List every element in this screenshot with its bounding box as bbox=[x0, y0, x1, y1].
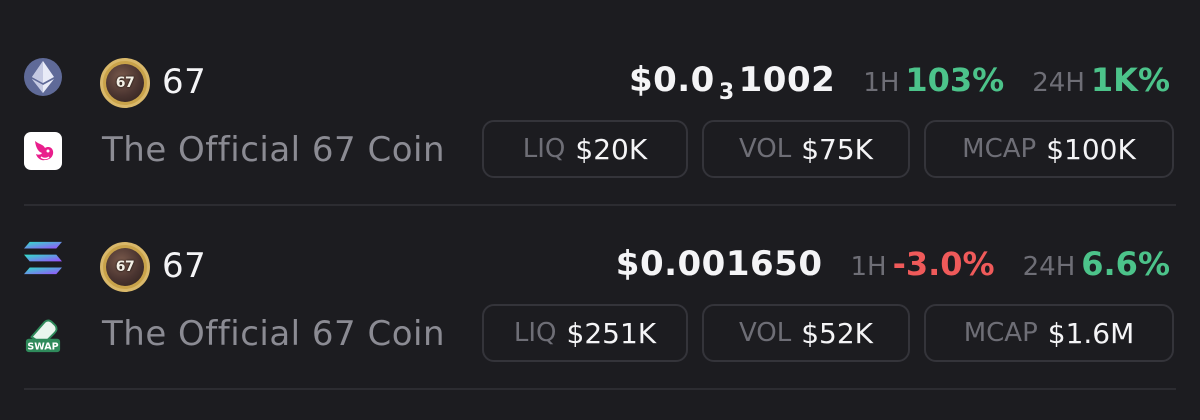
token-symbol: 67 bbox=[162, 62, 207, 102]
volume-value: $75K bbox=[801, 132, 874, 166]
market-cap-label: MCAP bbox=[963, 318, 1038, 348]
token-price: $0.0 3 1002 bbox=[629, 60, 835, 105]
change-1h: 103% bbox=[905, 61, 1005, 99]
timeframe-1h-label: 1H bbox=[850, 252, 887, 282]
change-24h: 6.6% bbox=[1081, 245, 1170, 283]
change-1h: -3.0% bbox=[892, 245, 995, 283]
token-price: $0.001650 bbox=[615, 244, 823, 284]
market-cap-pill: MCAP $1.6M bbox=[924, 304, 1174, 362]
price-line: $0.0 3 1002 1H 103% 24H 1K% bbox=[629, 60, 1170, 108]
timeframe-1h-label: 1H bbox=[863, 68, 900, 98]
liquidity-pill: LIQ $251K bbox=[482, 304, 688, 362]
change-24h: 1K% bbox=[1090, 61, 1170, 99]
liquidity-label: LIQ bbox=[513, 318, 557, 348]
price-prefix: $0.0 bbox=[628, 60, 715, 100]
uniswap-icon bbox=[24, 132, 62, 170]
timeframe-24h-label: 24H bbox=[1032, 68, 1085, 98]
avatar-label: 67 bbox=[106, 64, 144, 102]
token-avatar: 67 bbox=[100, 242, 150, 292]
liquidity-value: $20K bbox=[575, 132, 648, 166]
liquidity-pill: LIQ $20K bbox=[482, 120, 688, 178]
market-cap-label: MCAP bbox=[962, 134, 1037, 164]
liquidity-value: $251K bbox=[566, 316, 657, 350]
token-name: The Official 67 Coin bbox=[102, 314, 446, 354]
volume-label: VOL bbox=[738, 134, 792, 164]
avatar-label: 67 bbox=[106, 248, 144, 286]
volume-value: $52K bbox=[801, 316, 874, 350]
token-list: 67 67 The Official 67 Coin $0.0 3 1002 1H … bbox=[0, 0, 1200, 420]
token-name: The Official 67 Coin bbox=[102, 130, 446, 170]
token-avatar: 67 bbox=[100, 58, 150, 108]
token-row[interactable]: 67 67 The Official 67 Coin $0.0 3 1002 1H … bbox=[0, 36, 1200, 206]
swap-icon: SWAP bbox=[24, 316, 62, 354]
market-cap-value: $1.6M bbox=[1047, 316, 1135, 350]
volume-pill: VOL $52K bbox=[702, 304, 910, 362]
row-divider bbox=[24, 388, 1176, 390]
price-zero-count: 3 bbox=[718, 80, 735, 105]
row-divider bbox=[24, 204, 1176, 206]
price-line: $0.001650 1H -3.0% 24H 6.6% bbox=[616, 244, 1170, 292]
liquidity-label: LIQ bbox=[522, 134, 566, 164]
price-suffix: 1002 bbox=[738, 60, 836, 100]
token-symbol: 67 bbox=[162, 246, 207, 286]
market-cap-pill: MCAP $100K bbox=[924, 120, 1174, 178]
token-row[interactable]: SWAP 67 67 The Official 67 Coin $0.00165… bbox=[0, 220, 1200, 390]
volume-pill: VOL $75K bbox=[702, 120, 910, 178]
solana-icon bbox=[24, 236, 62, 280]
volume-label: VOL bbox=[738, 318, 792, 348]
timeframe-24h-label: 24H bbox=[1022, 252, 1076, 282]
ethereum-icon bbox=[24, 58, 62, 96]
swap-badge-text: SWAP bbox=[27, 341, 58, 352]
market-cap-value: $100K bbox=[1046, 132, 1136, 166]
